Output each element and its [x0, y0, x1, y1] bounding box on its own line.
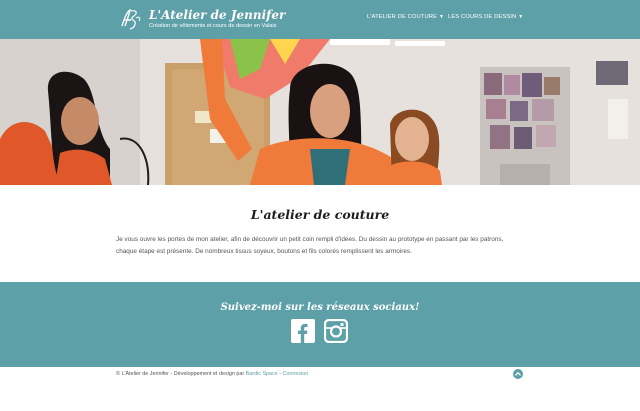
site-tagline: Création de vêtements et cours de dessin…: [149, 23, 277, 29]
nav-atelier-de-couture[interactable]: L'ATELIER DE COUTURE ▼: [367, 14, 444, 20]
footer-credit-text: © L'Atelier de Jennifer - Développement …: [116, 371, 245, 377]
chevron-up-icon[interactable]: [513, 369, 523, 379]
nav-label: L'ATELIER DE COUTURE: [367, 14, 437, 20]
caret-down-icon: ▼: [439, 14, 445, 20]
instagram-icon[interactable]: [323, 318, 349, 344]
hero-photo: [0, 39, 640, 185]
site-title[interactable]: L'Atelier de Jennifer: [149, 8, 285, 22]
nav-cours-de-dessin[interactable]: LES COURS DE DESSIN ▼: [448, 14, 523, 20]
intro-paragraph: Je vous ouvre les portes de mon atelier,…: [116, 236, 504, 255]
site-header: L'Atelier de Jennifer Création de vêteme…: [0, 0, 640, 39]
site-footer: © L'Atelier de Jennifer - Développement …: [0, 367, 640, 411]
social-title: Suivez-moi sur les réseaux sociaux!: [220, 302, 420, 313]
footer-copyright: © L'Atelier de Jennifer - Développement …: [116, 371, 308, 377]
nav-label: LES COURS DE DESSIN: [448, 14, 517, 20]
social-section: Suivez-moi sur les réseaux sociaux!: [0, 282, 640, 367]
caret-down-icon: ▼: [518, 14, 524, 20]
monogram-logo-icon[interactable]: [116, 6, 144, 32]
login-link[interactable]: Connexion: [283, 371, 309, 377]
facebook-icon[interactable]: [291, 319, 315, 343]
page-title: L'atelier de couture: [250, 207, 390, 222]
credit-link[interactable]: Bardic Space: [246, 371, 278, 377]
